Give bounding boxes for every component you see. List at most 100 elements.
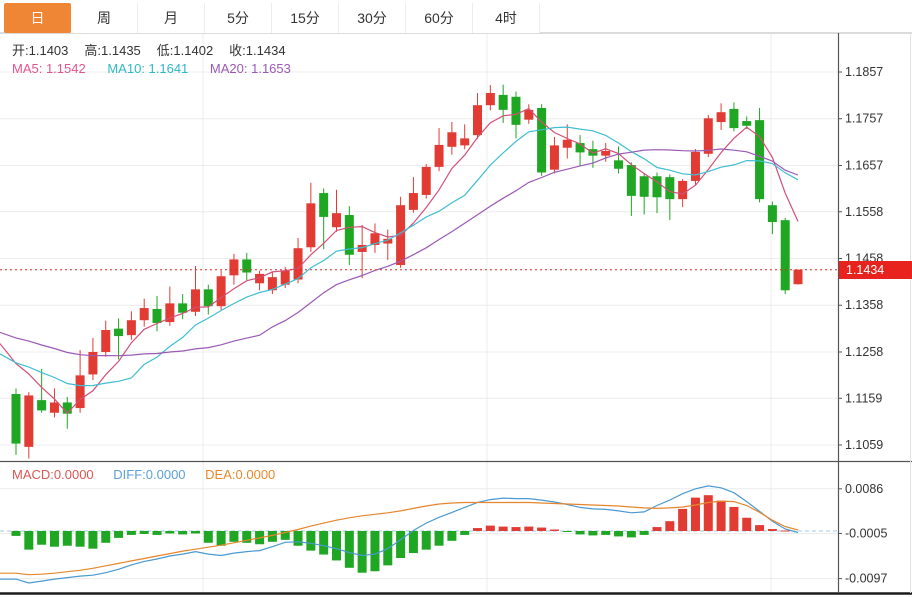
candle-body [781,220,790,290]
macd-histogram-bar [422,531,431,550]
macd-histogram-bar [550,530,559,531]
macd-histogram-bar [704,495,713,531]
axis-tick-label: 1.1059 [845,438,883,452]
macd-histogram-bar [140,531,149,534]
candle-body [563,140,572,148]
open-label: 开: [12,43,29,58]
candle-body [486,93,495,105]
candle-body [409,193,418,210]
candle-body [742,121,751,126]
macd-histogram-bar [486,526,495,531]
candle-body [511,97,520,125]
macd-histogram-bar [294,531,303,546]
macd-value-legend: MACD:0.0000 [12,467,94,482]
axis-tick-label: 1.1657 [845,158,883,172]
high-value: 1.1435 [101,43,141,58]
macd-histogram-bar [114,531,123,538]
macd-histogram-bar [217,531,226,546]
macd-histogram-bar [640,531,649,535]
ma-legend: MA5: 1.1542 MA10: 1.1641 MA20: 1.1653 [12,61,309,76]
candle-body [24,395,33,446]
high-label: 高: [84,43,101,58]
ma10-legend: MA10: 1.1641 [107,61,188,76]
candle-body [204,289,213,306]
macd-histogram-bar [460,531,469,535]
axis-tick-label: 1.1358 [845,298,883,312]
macd-histogram-bar [653,527,662,531]
candle-body [601,151,610,156]
candle-body [140,308,149,320]
candle-body [794,270,803,284]
axis-tick-label: 1.1159 [845,391,882,405]
macd-histogram-bar [473,528,482,531]
candle-body [50,402,59,412]
macd-histogram-bar [396,531,405,558]
candle-body [729,109,738,128]
candle-body [319,193,328,217]
macd-histogram-bar [511,527,520,531]
macd-histogram-bar [24,531,33,550]
candle-body [460,138,469,145]
macd-histogram-bar [742,518,751,531]
macd-histogram-bar [319,531,328,555]
axis-tick-label: 0.0086 [845,482,883,496]
axis-tick-label: 1.1558 [845,205,883,219]
open-value: 1.1403 [29,43,69,58]
candle-body [114,329,123,336]
macd-histogram-bar [165,531,174,533]
candle-body [63,402,72,413]
macd-histogram-bar [678,509,687,531]
trading-chart-app: 日周月5分15分30分60分4时 1.18571.17571.16571.155… [0,0,912,597]
macd-histogram-bar [229,531,238,542]
axis-tick-label: -0.0005 [845,526,887,540]
candle-body [537,108,546,173]
candle-body [614,160,623,168]
candle-body [678,181,687,199]
macd-legend: MACD:0.0000 DIFF:0.0000 DEA:0.0000 [12,467,291,482]
candle-body [178,303,187,312]
axis-tick-label: -0.0097 [845,572,887,586]
candle-body [499,95,508,110]
macd-histogram-bar [409,531,418,553]
macd-histogram-bar [537,528,546,531]
macd-histogram-bar [729,507,738,531]
candle-body [550,145,559,169]
candle-body [768,205,777,222]
ma5-legend: MA5: 1.1542 [12,61,86,76]
candle-body [332,213,341,227]
candle-body [153,309,162,323]
ma20-legend: MA20: 1.1653 [210,61,291,76]
macd-histogram-bar [499,527,508,531]
axis-tick-label: 1.1258 [845,345,883,359]
macd-histogram-bar [345,531,354,568]
candle-body [101,330,110,352]
macd-histogram-bar [755,525,764,531]
macd-histogram-bar [358,531,367,573]
macd-histogram-bar [127,531,136,535]
macd-histogram-bar [781,531,790,532]
candle-body [640,176,649,197]
candle-body [294,248,303,279]
candle-body [422,167,431,195]
macd-histogram-bar [435,531,444,546]
macd-histogram-bar [88,531,97,549]
macd-histogram-bar [153,531,162,535]
macd-histogram-bar [191,531,200,533]
macd-histogram-bar [12,531,21,536]
macd-histogram-bar [768,529,777,531]
macd-histogram-bar [665,521,674,531]
macd-histogram-bar [576,531,585,534]
close-label: 收: [229,43,246,58]
candle-body [306,203,315,247]
candle-body [627,165,636,196]
chart-canvas[interactable]: 1.18571.17571.16571.15581.14581.13581.12… [0,0,912,597]
candle-body [447,132,456,146]
macd-histogram-bar [370,531,379,571]
macd-histogram-bar [614,531,623,536]
candle-body [127,320,136,335]
macd-histogram-bar [524,527,533,531]
axis-tick-label: 1.1757 [845,112,883,126]
macd-histogram-bar [588,531,597,535]
macd-histogram-bar [691,498,700,531]
ohlc-header: 开:1.1403高:1.1435低:1.1402收:1.1434 [12,40,302,59]
